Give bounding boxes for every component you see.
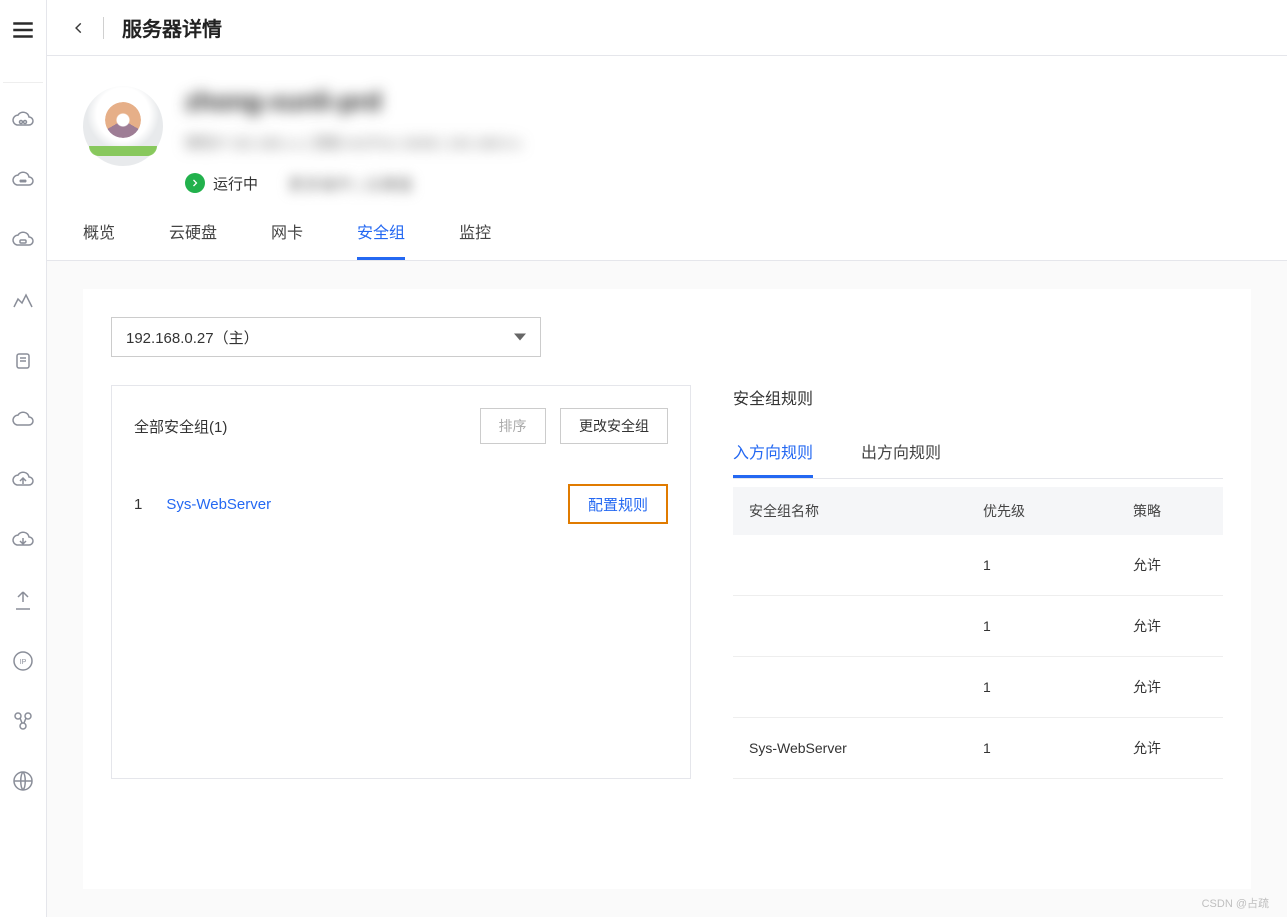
configure-rules-button[interactable]: 配置规则: [568, 484, 668, 524]
table-row: 1 允许: [733, 657, 1223, 718]
all-sg-label: 全部安全组(1): [134, 416, 227, 437]
status-extra: 更多操作 | 云硬盘: [288, 171, 413, 195]
watermark: CSDN @占疏: [1202, 895, 1269, 911]
svg-text:IP: IP: [20, 659, 27, 666]
col-policy: 策略: [1123, 487, 1223, 535]
backup-icon[interactable]: [7, 345, 39, 377]
rules-panel: 安全组规则 入方向规则 出方向规则 安全组名称 优先级 策略 1: [733, 385, 1223, 779]
globe-icon[interactable]: [7, 765, 39, 797]
rule-direction-tabs: 入方向规则 出方向规则: [733, 427, 1223, 479]
divider: [103, 17, 104, 39]
change-sg-button[interactable]: 更改安全组: [560, 408, 668, 444]
back-button[interactable]: [65, 14, 93, 42]
page-title: 服务器详情: [122, 13, 222, 42]
cloud-server-icon[interactable]: [7, 105, 39, 137]
security-groups-panel: 全部安全组(1) 排序 更改安全组 1 Sys-WebServer 配: [111, 385, 691, 779]
rules-table: 安全组名称 优先级 策略 1 允许 1 允许: [733, 487, 1223, 779]
tab-monitor[interactable]: 监控: [459, 205, 491, 260]
server-header: zhong-xunli-prd 弹性IP 192.168.x.x | 规格 4v…: [47, 56, 1287, 205]
tab-outbound[interactable]: 出方向规则: [861, 427, 941, 478]
cloud-disk-icon[interactable]: [7, 225, 39, 257]
cloud-outline-icon[interactable]: [7, 405, 39, 437]
status-running-icon: [185, 173, 205, 193]
topology-icon[interactable]: [7, 705, 39, 737]
deploy-icon[interactable]: [7, 585, 39, 617]
server-name: zhong-xunli-prd: [185, 86, 1251, 117]
table-row: 1 允许: [733, 596, 1223, 657]
server-os-logo: [83, 86, 163, 166]
sidebar: IP: [0, 0, 47, 917]
status-badge: 运行中: [185, 173, 258, 194]
hamburger-menu-icon[interactable]: [7, 14, 39, 46]
main-tabs: 概览 云硬盘 网卡 安全组 监控: [47, 205, 1287, 261]
col-sg-name: 安全组名称: [733, 487, 973, 535]
tab-overview[interactable]: 概览: [83, 205, 115, 260]
sg-index: 1: [134, 496, 142, 513]
status-text: 运行中: [213, 173, 258, 194]
tab-inbound[interactable]: 入方向规则: [733, 427, 813, 478]
ip-select[interactable]: 192.168.0.27（主）: [111, 317, 541, 357]
chevron-down-icon: [514, 334, 526, 341]
cloud-download-icon[interactable]: [7, 525, 39, 557]
col-priority: 优先级: [973, 487, 1123, 535]
rules-title: 安全组规则: [733, 385, 1223, 409]
sort-button[interactable]: 排序: [480, 408, 546, 444]
monitor-icon[interactable]: [7, 285, 39, 317]
tab-security-group[interactable]: 安全组: [357, 205, 405, 260]
server-meta: 弹性IP 192.168.x.x | 规格 4vCPUs 16GB | 192.…: [185, 133, 1251, 153]
ip-select-value: 192.168.0.27（主）: [126, 327, 259, 348]
top-bar: 服务器详情: [47, 0, 1287, 56]
tab-disk[interactable]: 云硬盘: [169, 205, 217, 260]
ip-icon[interactable]: IP: [7, 645, 39, 677]
cloud-icon[interactable]: [7, 165, 39, 197]
cloud-upload-icon[interactable]: [7, 465, 39, 497]
sg-item: 1 Sys-WebServer 配置规则: [134, 484, 668, 524]
tab-nic[interactable]: 网卡: [271, 205, 303, 260]
table-row: 1 允许: [733, 535, 1223, 596]
sg-name-link[interactable]: Sys-WebServer: [166, 496, 271, 513]
table-row: Sys-WebServer 1 允许: [733, 718, 1223, 779]
